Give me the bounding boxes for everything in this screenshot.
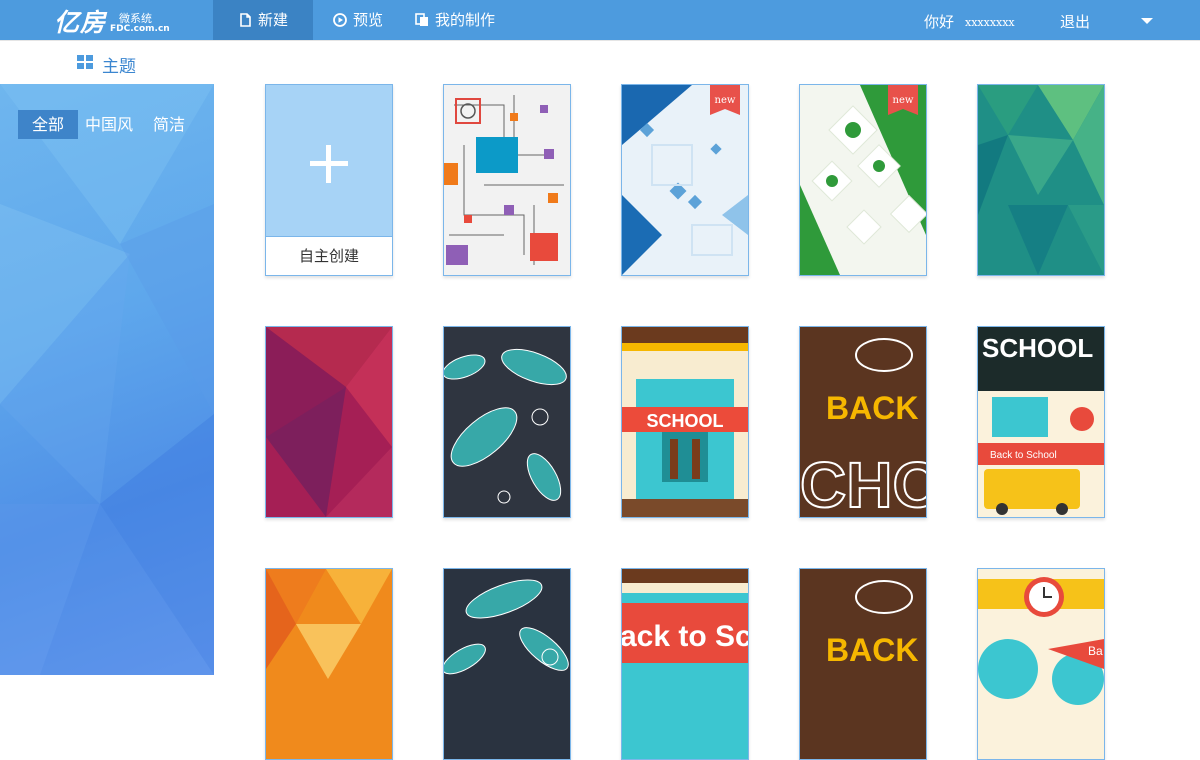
nav-new-label: 新建 bbox=[257, 11, 288, 29]
template-card-orange[interactable] bbox=[265, 568, 393, 760]
create-blank-label: 自主创建 bbox=[266, 236, 392, 275]
template-text: SCHOOL bbox=[646, 411, 723, 431]
create-blank-card[interactable]: 自主创建 bbox=[265, 84, 393, 276]
template-thumbnail: ack to Sch bbox=[622, 569, 748, 759]
template-card-paisley-dark[interactable] bbox=[443, 568, 571, 760]
template-text: ack to Sch bbox=[622, 620, 748, 653]
nav-my-works-label: 我的制作 bbox=[435, 11, 496, 29]
template-card-paisley-teal[interactable] bbox=[443, 326, 571, 518]
template-thumbnail bbox=[444, 85, 570, 275]
play-circle-icon bbox=[333, 13, 347, 27]
username: xxxxxxxx bbox=[965, 16, 1015, 29]
template-thumbnail bbox=[978, 85, 1104, 275]
template-card-magenta[interactable] bbox=[265, 326, 393, 518]
svg-text:new: new bbox=[893, 95, 914, 106]
sidebar-background-pattern bbox=[0, 84, 214, 675]
top-bar: 亿房 微系统 FDC.com.cn 新建 预览 我的制作 你好 xxxxxxxx… bbox=[0, 0, 1200, 40]
template-thumbnail: SCHOOL Back to School bbox=[978, 327, 1104, 517]
template-text: BACK bbox=[826, 632, 918, 668]
template-subtext: Back to School bbox=[990, 450, 1057, 461]
nav-new-button[interactable]: 新建 bbox=[213, 0, 313, 40]
template-text: SCHOOL bbox=[982, 333, 1093, 363]
template-card-school-banner[interactable]: ack to Sch bbox=[621, 568, 749, 760]
template-thumbnail bbox=[444, 327, 570, 517]
sub-header: 主题 bbox=[0, 40, 1200, 84]
file-icon bbox=[240, 13, 251, 27]
nav-my-works-button[interactable]: 我的制作 bbox=[415, 0, 495, 40]
template-card-circuit[interactable] bbox=[443, 84, 571, 276]
chevron-down-icon[interactable] bbox=[1141, 18, 1153, 24]
plus-icon bbox=[266, 85, 392, 236]
template-card-teal-triangles[interactable] bbox=[977, 84, 1105, 276]
template-thumbnail: SCHOOL bbox=[622, 327, 748, 517]
section-title: 主题 bbox=[102, 57, 136, 77]
template-card-back-to-school[interactable]: BACK CHO bbox=[799, 326, 927, 518]
template-card-blue-tech[interactable]: new bbox=[621, 84, 749, 276]
nav-preview-button[interactable]: 预览 bbox=[333, 0, 383, 40]
template-card-back-chalk[interactable]: BACK bbox=[799, 568, 927, 760]
filter-all[interactable]: 全部 bbox=[18, 110, 78, 139]
template-thumbnail: BACK CHO bbox=[800, 327, 926, 517]
template-thumbnail bbox=[266, 327, 392, 517]
grid-icon bbox=[77, 55, 93, 69]
template-card-school-collage[interactable]: SCHOOL Back to School bbox=[977, 326, 1105, 518]
new-badge: new bbox=[888, 85, 918, 115]
logo-text: 亿房 bbox=[54, 8, 107, 37]
new-badge: new bbox=[710, 85, 740, 115]
template-card-school[interactable]: SCHOOL bbox=[621, 326, 749, 518]
logout-button[interactable]: 退出 bbox=[1060, 11, 1090, 32]
svg-text:CHO: CHO bbox=[800, 449, 926, 517]
logo-domain: FDC.com.cn bbox=[110, 24, 170, 34]
template-card-alarm-clock[interactable]: Ba bbox=[977, 568, 1105, 760]
template-thumbnail bbox=[444, 569, 570, 759]
template-thumbnail bbox=[266, 569, 392, 759]
nav-preview-label: 预览 bbox=[353, 11, 384, 29]
filter-minimal[interactable]: 简洁 bbox=[146, 110, 192, 139]
template-text: BACK bbox=[826, 390, 918, 426]
sidebar: 全部 中国风 简洁 bbox=[0, 84, 214, 675]
greeting-text: 你好 bbox=[924, 13, 955, 31]
filter-chinese-style[interactable]: 中国风 bbox=[80, 110, 138, 139]
template-thumbnail: Ba bbox=[978, 569, 1104, 759]
svg-text:new: new bbox=[715, 95, 736, 106]
template-thumbnail: BACK bbox=[800, 569, 926, 759]
template-card-green-eco[interactable]: new bbox=[799, 84, 927, 276]
logo[interactable]: 亿房 微系统 FDC.com.cn bbox=[0, 0, 213, 40]
copy-icon bbox=[415, 13, 428, 26]
template-text: Ba bbox=[1088, 644, 1103, 658]
